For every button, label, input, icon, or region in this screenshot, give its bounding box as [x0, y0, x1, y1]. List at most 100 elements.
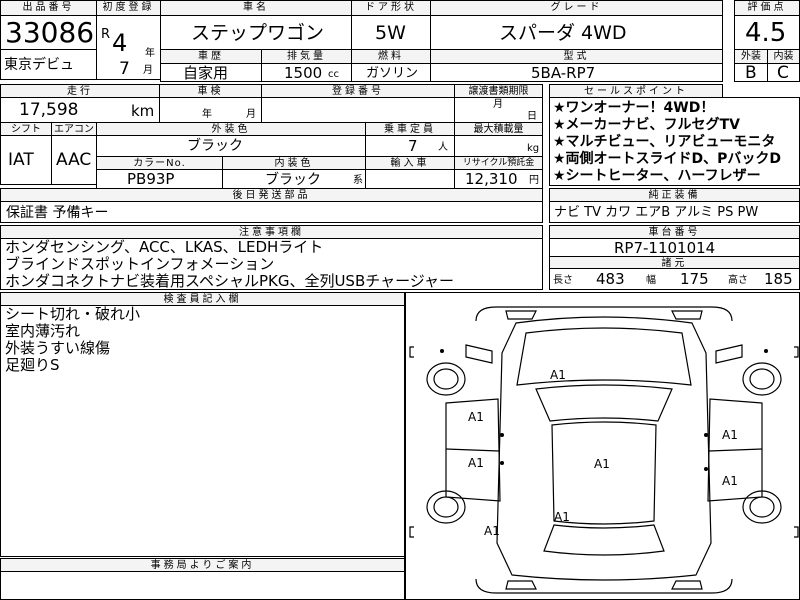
grade: スパーダ 4WD: [499, 22, 627, 44]
car-diagram-panel: A1 A1 A1 A1 A1 A1 A1 A1: [404, 292, 800, 600]
lot-number-header: 出品番号: [0, 0, 97, 16]
width-label: 幅: [646, 275, 656, 286]
displacement-value: 1500: [284, 64, 323, 82]
fuel-header: 燃料: [351, 49, 431, 64]
windshield-outline: [535, 384, 673, 422]
car-name-header: 車名: [160, 0, 352, 16]
shift-cell: IAT: [0, 135, 52, 185]
color-no-header: カラーNo.: [96, 156, 223, 170]
equipment-value: ナビ TV カワ エアB アルミ PS PW: [554, 205, 759, 220]
plate-cell: [261, 97, 455, 123]
mileage-cell: 17,598 km: [0, 97, 160, 123]
chassis-number: RP7-1101014: [614, 239, 716, 257]
inspection-cell: 年 月: [159, 97, 262, 123]
later-docs-cell: 保証書 予備キー: [0, 201, 543, 223]
shift-header: シフト: [0, 122, 52, 136]
recycle-header: リサイクル預託金: [454, 156, 543, 170]
int-color-header: 内装色: [222, 156, 366, 170]
transfer-header: 譲渡書類期限: [454, 84, 543, 98]
car-diagram: A1 A1 A1 A1 A1 A1 A1 A1: [409, 306, 799, 594]
damage-mark-left-front-door: A1: [468, 410, 484, 424]
venue-name: 東京デビュ: [4, 57, 74, 73]
car-name: ステップワゴン: [191, 22, 325, 44]
shift-value: IAT: [8, 150, 34, 170]
recycle-unit: 円: [529, 175, 539, 186]
specs-cell: 長さ 483 幅 175 高さ 185: [549, 268, 800, 290]
inspector-notes: シート切れ・破れ小 室内薄汚れ 外装うすい線傷 足廻りS: [0, 305, 405, 557]
reg-month-unit: 月: [143, 65, 153, 76]
sales-points-header: セールスポイント: [549, 84, 723, 98]
lot-number-cell: 33086: [0, 15, 97, 50]
roof-outline: [551, 421, 657, 525]
int-color-cell: ブラック 系: [222, 169, 366, 189]
fuel-cell: ガソリン: [351, 63, 431, 82]
plate-header: 登録番号: [261, 84, 455, 98]
inspection-header: 車検: [159, 84, 262, 98]
note-3: ホンダコネクトナビ装着用スペシャルPKG、全列USBチャージャー: [5, 272, 455, 290]
sales-point-3: ★マルチビュー、リアビューモニタ: [553, 134, 776, 150]
sales-point-4: ★両側オートスライドD、PバックD: [553, 151, 782, 167]
ext-color-cell: ブラック: [96, 135, 366, 157]
fuel-value: ガソリン: [366, 66, 419, 81]
import-header: 輸入車: [365, 156, 455, 170]
model-header: 型式: [430, 49, 723, 64]
body-outline: [496, 316, 712, 581]
damage-mark-rear-left: A1: [484, 524, 500, 538]
capacity-unit: 人: [438, 142, 448, 153]
damage-mark-rear-glass: A1: [554, 510, 570, 524]
capacity-header: 乗車定員: [365, 122, 455, 136]
score-header: 評価点: [734, 0, 800, 16]
interior-score-cell: C: [767, 63, 800, 82]
import-cell: [365, 169, 455, 189]
displacement-unit: cc: [328, 69, 339, 80]
use-value: 自家用: [183, 64, 229, 82]
load-header: 最大積載量: [454, 122, 543, 136]
reg-year-unit: 年: [145, 48, 155, 59]
equipment-cell: ナビ TV カワ エアB アルミ PS PW: [549, 201, 800, 223]
model-code: 5BA-RP7: [531, 64, 596, 82]
capacity-value: 7: [408, 137, 418, 155]
inspector-note-2: 室内薄汚れ: [5, 322, 81, 340]
chassis-cell: RP7-1101014: [549, 238, 800, 257]
load-unit: kg: [527, 143, 540, 154]
displacement-cell: 1500 cc: [261, 63, 352, 82]
aircon-value: AAC: [56, 150, 92, 170]
office-cell: [0, 571, 405, 600]
transfer-cell: 月 日: [454, 97, 543, 123]
ext-color-value: ブラック: [187, 138, 243, 154]
damage-mark-roof: A1: [594, 457, 610, 471]
transfer-day-unit: 日: [527, 111, 537, 122]
interior-header: 内装: [767, 49, 800, 64]
sales-point-5: ★シートヒーター、ハーフレザー: [553, 168, 761, 184]
model-cell: 5BA-RP7: [430, 63, 723, 82]
note-1: ホンダセンシング、ACC、LKAS、LEDHライト: [5, 238, 324, 256]
damage-mark-hood: A1: [550, 368, 566, 382]
displacement-header: 排気量: [261, 49, 352, 64]
transfer-month-unit: 月: [493, 99, 503, 110]
equipment-header: 純正装備: [549, 188, 800, 202]
aircon-cell: AAC: [51, 135, 97, 185]
mileage-value: 17,598: [19, 100, 79, 120]
int-color-value: ブラック: [265, 172, 321, 188]
later-docs-header: 後日発送部品: [0, 188, 543, 202]
mileage-header: 走行: [0, 84, 160, 98]
recycle-cell: 12,310 円: [454, 169, 543, 189]
color-no-value: PB93P: [127, 170, 175, 188]
use-header: 車歴: [160, 49, 262, 64]
door-type: 5W: [375, 22, 406, 44]
height-value: 185: [764, 270, 793, 288]
damage-mark-left-rear-door: A1: [468, 456, 484, 470]
auction-sheet: 出品番号 33086 東京デビュ 初度登録 R 4 年 7 月 車名 ステップワ…: [0, 0, 800, 600]
inspector-note-3: 外装うすい線傷: [5, 339, 111, 357]
exterior-header: 外装: [734, 49, 768, 64]
color-no-cell: PB93P: [96, 169, 223, 189]
rear-glass-outline: [543, 524, 665, 556]
capacity-cell: 7 人: [365, 135, 455, 157]
width-value: 175: [680, 270, 709, 288]
grade-header: グレード: [430, 0, 723, 16]
aircon-header: エアコン: [51, 122, 97, 136]
ext-color-header: 外装色: [96, 122, 366, 136]
inspector-note-4: 足廻りS: [5, 356, 60, 374]
door-header: ドア形状: [351, 0, 431, 16]
height-label: 高さ: [728, 275, 748, 286]
